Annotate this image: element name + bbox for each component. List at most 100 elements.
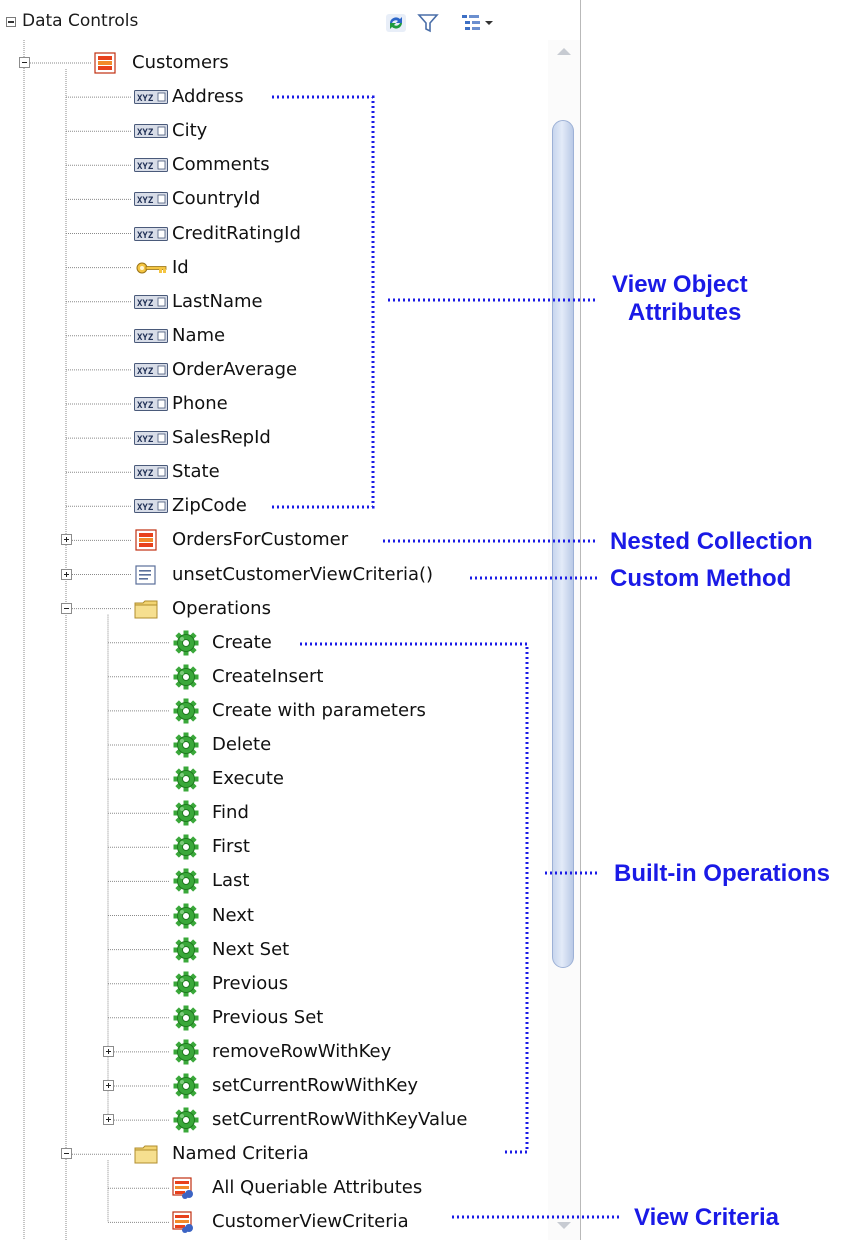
tree-node-create[interactable]: Create (0, 628, 548, 658)
tree-node-label: OrdersForCustomer (172, 529, 349, 551)
tree-node-orderaverage[interactable]: XYZ OrderAverage (0, 355, 548, 385)
tree-node-customers[interactable]: Customers (0, 48, 548, 78)
tree-node-label: ZipCode (172, 495, 247, 517)
tree-node-label: Create with parameters (212, 699, 426, 721)
collection-icon (94, 52, 116, 74)
expand-toggle-icon[interactable] (103, 1080, 114, 1091)
scroll-down-arrow-icon[interactable] (557, 1222, 571, 1229)
tree-node-zipcode[interactable]: XYZ ZipCode (0, 491, 548, 521)
tree-node-comments[interactable]: XYZ Comments (0, 150, 548, 180)
expand-toggle-icon[interactable] (103, 1114, 114, 1126)
attribute-icon: XYZ (134, 465, 168, 480)
vertical-scrollbar[interactable] (548, 40, 580, 1240)
tree-node-label: Address (172, 86, 244, 108)
tree-node-setcurrentrowwithkey[interactable]: setCurrentRowWithKey (0, 1071, 548, 1101)
tree-node-createinsert[interactable]: CreateInsert (0, 662, 548, 692)
tree-node-address[interactable]: XYZ Address (0, 82, 548, 112)
tree-node-delete[interactable]: Delete (0, 730, 548, 760)
tree-node-label: State (172, 461, 220, 483)
operation-gear-icon (173, 1005, 199, 1031)
tree-node-customerviewcriteria[interactable]: CustomerViewCriteria (0, 1207, 548, 1237)
folder-icon (134, 1145, 158, 1164)
key-icon (136, 262, 167, 274)
tree-node-execute[interactable]: Execute (0, 764, 548, 794)
tree-node-find[interactable]: Find (0, 798, 548, 828)
tree-node-all-queriable-attributes[interactable]: All Queriable Attributes (0, 1173, 548, 1203)
collapse-toggle-icon[interactable] (61, 1148, 72, 1160)
attribute-icon: XYZ (134, 294, 168, 309)
tree-node-label: SalesRepId (172, 427, 271, 449)
operation-gear-icon (173, 868, 199, 894)
svg-text:XYZ: XYZ (137, 401, 154, 411)
svg-text:XYZ: XYZ (137, 503, 154, 513)
attribute-icon: XYZ (134, 158, 168, 173)
tree-node-countryid[interactable]: XYZ CountryId (0, 184, 548, 214)
tree-node-named-criteria[interactable]: Named Criteria (0, 1139, 548, 1169)
svg-text:XYZ: XYZ (137, 435, 154, 445)
tree-node-label: Last (212, 870, 250, 892)
tree-node-name[interactable]: XYZ Name (0, 321, 548, 351)
tree-node-unsetcustomerviewcriteria[interactable]: unsetCustomerViewCriteria() (0, 560, 548, 590)
tree-node-next-set[interactable]: Next Set (0, 935, 548, 965)
operation-gear-icon (173, 630, 199, 656)
tree-node-label: CreditRatingId (172, 222, 301, 244)
tree-node-next[interactable]: Next (0, 901, 548, 931)
tree-node-label: Find (212, 802, 249, 824)
tree-node-setcurrentrowwithkeyvalue[interactable]: setCurrentRowWithKeyValue (0, 1105, 548, 1135)
tree-node-label: Create (212, 631, 272, 653)
tree-node-label: setCurrentRowWithKey (212, 1075, 419, 1096)
tree-node-id[interactable]: Id (0, 253, 548, 283)
tree-node-salesrepid[interactable]: XYZ SalesRepId (0, 423, 548, 453)
svg-text:XYZ: XYZ (137, 128, 154, 138)
expand-toggle-icon[interactable] (61, 534, 72, 546)
tree-node-city[interactable]: XYZ City (0, 116, 548, 146)
collection-icon (135, 529, 157, 551)
expand-toggle-icon[interactable] (61, 568, 72, 580)
tree-node-label: Next Set (212, 938, 290, 960)
tree-node-label: Operations (172, 597, 271, 619)
tree-node-label: Name (172, 324, 226, 346)
view-options-icon[interactable] (460, 12, 496, 34)
operation-gear-icon (173, 800, 199, 826)
tree-node-ordersforcustomer[interactable]: OrdersForCustomer (0, 525, 548, 555)
tree-node-label: setCurrentRowWithKeyValue (212, 1109, 468, 1131)
operation-gear-icon (173, 1039, 199, 1065)
tree-node-label: LastName (172, 290, 263, 312)
tree-node-operations[interactable]: Operations (0, 594, 548, 624)
scroll-up-arrow-icon[interactable] (557, 48, 571, 55)
expand-toggle-icon[interactable] (103, 1045, 114, 1057)
callout-built-in-operations: Built-in Operations (614, 860, 830, 887)
svg-text:XYZ: XYZ (137, 367, 154, 377)
tree-node-label: CreateInsert (212, 665, 324, 687)
callout-nested-collection: Nested Collection (610, 528, 813, 555)
scrollbar-thumb[interactable] (552, 120, 574, 968)
tree-node-phone[interactable]: XYZ Phone (0, 389, 548, 419)
svg-text:XYZ: XYZ (137, 469, 154, 479)
tree-node-lastname[interactable]: XYZ LastName (0, 287, 548, 317)
attribute-icon: XYZ (134, 328, 168, 343)
operation-gear-icon (173, 971, 199, 997)
filter-icon[interactable] (417, 12, 439, 34)
tree-node-create-with-parameters[interactable]: Create with parameters (0, 696, 548, 726)
tree-node-state[interactable]: XYZ State (0, 457, 548, 487)
view-criteria-icon (172, 1177, 193, 1200)
tree-node-label: OrderAverage (172, 358, 298, 380)
refresh-icon[interactable] (385, 12, 407, 34)
tree-node-last[interactable]: Last (0, 866, 548, 896)
tree-node-previous[interactable]: Previous (0, 969, 548, 999)
tree-node-previous-set[interactable]: Previous Set (0, 1003, 548, 1033)
collapse-toggle-icon[interactable] (61, 602, 72, 614)
data-controls-tree: Customers XYZ Address XYZ City XYZ Comments XYZ… (0, 40, 548, 1240)
tree-node-removerowwithkey[interactable]: removeRowWithKey (0, 1037, 548, 1067)
tree-node-label: Previous Set (212, 1006, 324, 1028)
panel-collapse-toggle[interactable] (6, 17, 16, 27)
collapse-toggle-icon[interactable] (19, 57, 30, 68)
tree-node-first[interactable]: First (0, 832, 548, 862)
svg-text:XYZ: XYZ (137, 196, 154, 206)
callout-view-object-attributes: View Object Attributes (612, 271, 754, 326)
tree-node-label: CountryId (172, 188, 261, 210)
tree-node-creditratingid[interactable]: XYZ CreditRatingId (0, 219, 548, 249)
operation-gear-icon (173, 664, 199, 690)
operation-gear-icon (173, 903, 199, 928)
operation-gear-icon (173, 1073, 199, 1099)
